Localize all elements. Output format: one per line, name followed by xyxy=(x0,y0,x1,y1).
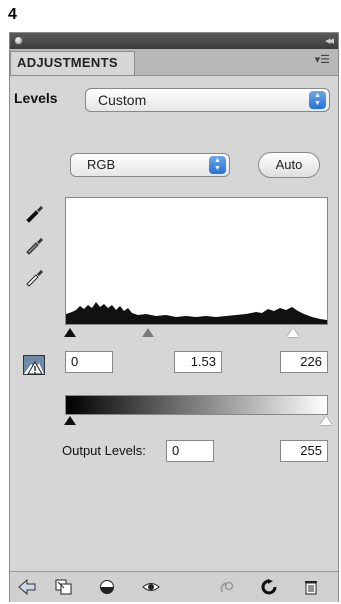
clip-to-layer-icon[interactable] xyxy=(55,579,73,595)
eye-icon[interactable] xyxy=(142,579,160,595)
black-point-eyedropper-icon[interactable] xyxy=(24,201,46,223)
panel-titlebar[interactable]: ◂◂ xyxy=(10,33,338,49)
close-icon[interactable] xyxy=(14,36,23,45)
input-gamma-field[interactable]: 1.53 xyxy=(174,351,222,373)
clipping-warning-icon[interactable] xyxy=(23,355,45,375)
back-arrow-icon[interactable] xyxy=(18,579,36,595)
histogram-graph xyxy=(66,302,327,324)
auto-button[interactable]: Auto xyxy=(258,152,320,178)
adjustments-panel: ◂◂ ADJUSTMENTS ▾☰ Levels Custom ▲ ▼ RGB ▲… xyxy=(9,32,339,602)
preset-select-value: Custom xyxy=(98,92,147,108)
channel-select-value: RGB xyxy=(87,157,116,172)
preset-select[interactable]: Custom ▲ ▼ xyxy=(85,88,330,112)
output-black-field[interactable]: 0 xyxy=(166,440,214,462)
tab-strip: ADJUSTMENTS ▾☰ xyxy=(10,49,338,76)
panel-menu-icon[interactable]: ▾☰ xyxy=(315,53,330,66)
input-white-slider[interactable] xyxy=(287,328,299,337)
output-white-field[interactable]: 255 xyxy=(280,440,328,462)
white-point-eyedropper-icon[interactable] xyxy=(24,265,46,287)
output-white-slider[interactable] xyxy=(320,416,332,425)
visibility-toggle-icon[interactable] xyxy=(98,579,116,595)
levels-label: Levels xyxy=(14,90,58,106)
input-black-slider[interactable] xyxy=(64,328,76,337)
output-levels-label: Output Levels: xyxy=(62,443,146,458)
tab-adjustments[interactable]: ADJUSTMENTS xyxy=(10,51,135,75)
output-gradient-bar xyxy=(65,395,328,415)
histogram xyxy=(65,197,328,325)
trash-icon[interactable] xyxy=(302,579,320,595)
input-white-field[interactable]: 226 xyxy=(280,351,328,373)
bottom-toolbar xyxy=(10,571,338,602)
previous-state-icon[interactable] xyxy=(218,579,236,595)
input-gamma-slider[interactable] xyxy=(142,328,154,337)
reset-icon[interactable] xyxy=(260,579,278,595)
collapse-icon[interactable]: ◂◂ xyxy=(325,34,334,47)
figure-number: 4 xyxy=(8,6,17,23)
output-black-slider[interactable] xyxy=(64,416,76,425)
channel-select[interactable]: RGB ▲ ▼ xyxy=(70,153,230,177)
select-stepper-icon: ▲ ▼ xyxy=(209,156,226,174)
input-black-field[interactable]: 0 xyxy=(65,351,113,373)
select-stepper-icon: ▲ ▼ xyxy=(309,91,326,109)
gray-point-eyedropper-icon[interactable] xyxy=(24,233,46,255)
